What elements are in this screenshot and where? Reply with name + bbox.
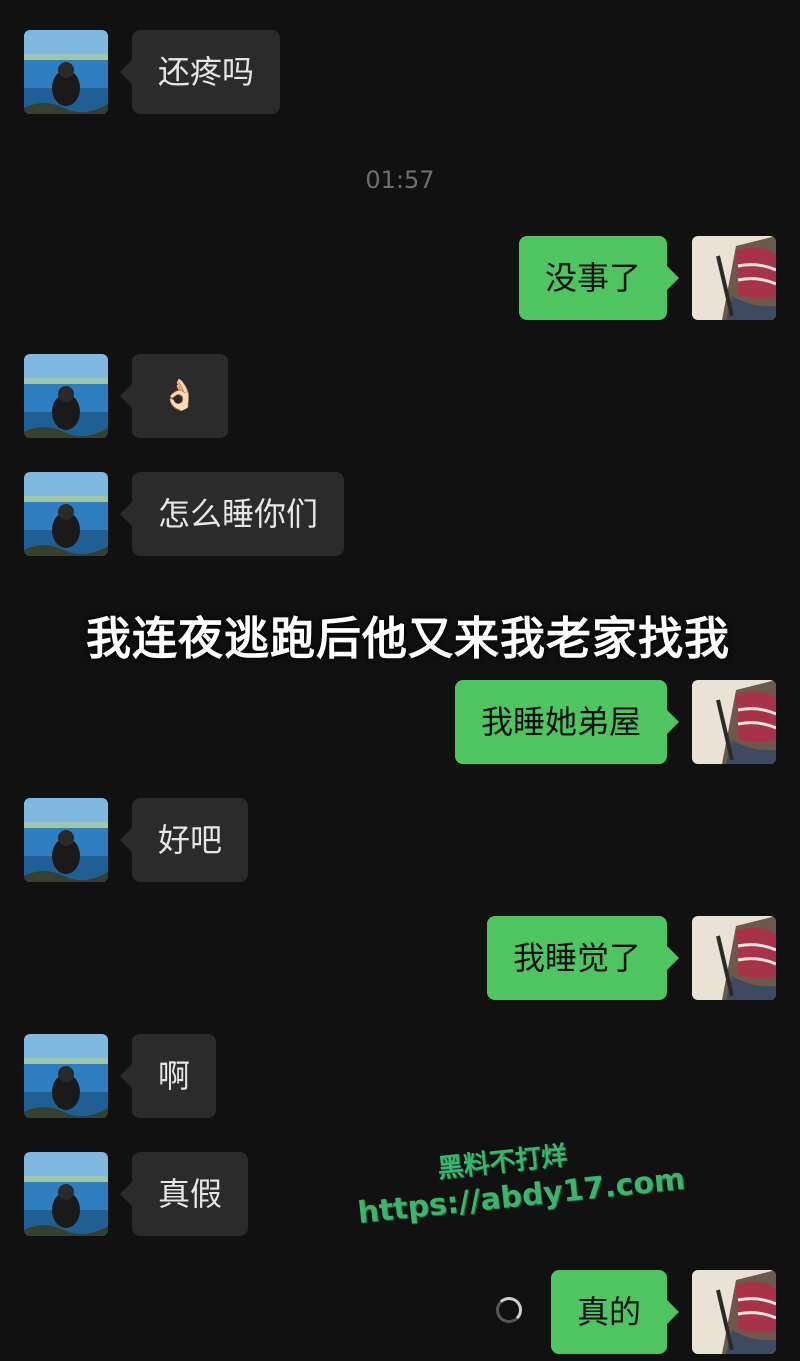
message-bubble-incoming[interactable]: 真假 xyxy=(119,1152,249,1236)
self-avatar[interactable] xyxy=(692,1270,776,1354)
message-bubble-outgoing[interactable]: 真的 xyxy=(550,1270,680,1354)
contact-avatar[interactable] xyxy=(24,1152,108,1236)
contact-avatar[interactable] xyxy=(24,30,108,114)
contact-avatar[interactable] xyxy=(24,1034,108,1118)
message-bubble-incoming[interactable]: 怎么睡你们 xyxy=(119,472,345,556)
chat-timestamp: 01:57 xyxy=(365,166,435,194)
contact-avatar[interactable] xyxy=(24,472,108,556)
message-bubble-incoming[interactable]: 啊 xyxy=(119,1034,217,1118)
message-bubble-incoming[interactable]: 👌🏻 xyxy=(120,354,228,438)
watermark: 黑料不打烊 https://abdy17.com xyxy=(352,1123,687,1231)
message-bubble-outgoing[interactable]: 我睡她弟屋 xyxy=(454,680,680,764)
message-bubble-outgoing[interactable]: 我睡觉了 xyxy=(486,916,680,1000)
self-avatar[interactable] xyxy=(692,680,776,764)
self-avatar[interactable] xyxy=(692,916,776,1000)
contact-avatar[interactable] xyxy=(24,354,108,438)
contact-avatar[interactable] xyxy=(24,798,108,882)
message-bubble-incoming[interactable]: 还疼吗 xyxy=(119,30,281,114)
sending-spinner-icon xyxy=(496,1297,522,1323)
video-caption: 我连夜逃跑后他又来我老家找我 xyxy=(85,612,730,665)
message-bubble-incoming[interactable]: 好吧 xyxy=(119,798,249,882)
message-bubble-outgoing[interactable]: 没事了 xyxy=(518,236,680,320)
self-avatar[interactable] xyxy=(692,236,776,320)
